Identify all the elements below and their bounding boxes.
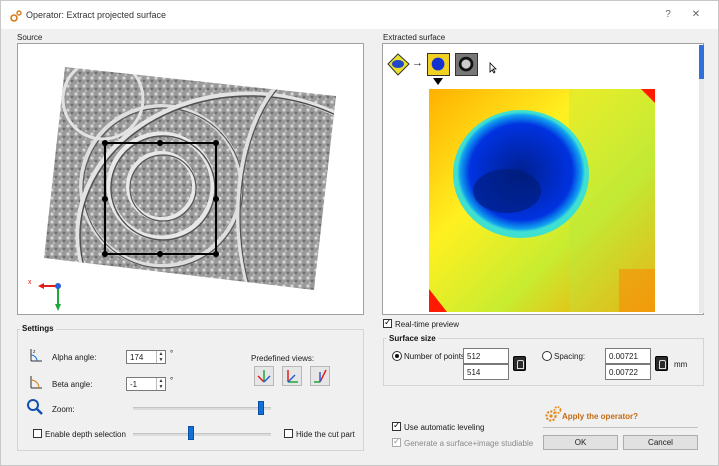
predefined-view-3-button[interactable] bbox=[310, 366, 330, 386]
spacing-unit: mm bbox=[674, 360, 688, 369]
close-button[interactable]: ✕ bbox=[689, 8, 703, 22]
view-axes-2-icon bbox=[287, 370, 298, 383]
hide-cut-part-label: Hide the cut part bbox=[296, 430, 355, 439]
beta-angle-label: Beta angle: bbox=[52, 380, 93, 389]
extracted-scrollbar[interactable] bbox=[699, 45, 704, 313]
zoom-slider-thumb[interactable] bbox=[258, 401, 265, 415]
hide-cut-part-checkbox[interactable] bbox=[284, 429, 293, 438]
generate-studiable-checkbox[interactable] bbox=[392, 436, 401, 447]
help-button[interactable]: ? bbox=[661, 8, 675, 22]
window-title: Operator: Extract projected surface bbox=[26, 10, 167, 20]
source-viewport[interactable]: x bbox=[17, 43, 364, 315]
number-of-points-label: Number of points: bbox=[404, 352, 468, 361]
beta-spin-arrows[interactable]: ▲ ▼ bbox=[156, 378, 165, 390]
points-x-input[interactable]: 512 bbox=[463, 348, 509, 364]
generate-studiable-label: Generate a surface+image studiable bbox=[404, 439, 534, 448]
beta-angle-icon bbox=[30, 376, 42, 389]
settings-title: Settings bbox=[20, 324, 56, 333]
points-lock-button[interactable] bbox=[513, 356, 526, 371]
beta-angle-input[interactable]: -1 ▲ ▼ bbox=[126, 377, 166, 391]
axis-triad-icon: x bbox=[28, 279, 61, 311]
alpha-angle-label: Alpha angle: bbox=[52, 353, 97, 362]
beta-degree-unit: ° bbox=[170, 376, 174, 385]
apply-operator-label: Apply the operator? bbox=[562, 412, 639, 421]
extracted-label: Extracted surface bbox=[383, 33, 446, 42]
scrollbar-thumb[interactable] bbox=[699, 45, 704, 79]
depth-selection-checkbox[interactable] bbox=[33, 429, 42, 438]
surface-size-title: Surface size bbox=[387, 334, 438, 343]
beta-angle-value: -1 bbox=[130, 380, 138, 389]
extracted-heatmap[interactable] bbox=[429, 89, 655, 312]
apply-separator bbox=[543, 427, 698, 428]
pipeline-arrow-icon: → bbox=[412, 57, 423, 69]
alpha-degree-unit: ° bbox=[170, 349, 174, 358]
spacing-radio[interactable] bbox=[542, 351, 552, 361]
operator-icon bbox=[10, 10, 22, 22]
predefined-view-2-button[interactable] bbox=[282, 366, 302, 386]
predefined-views-label: Predefined views: bbox=[251, 354, 315, 363]
mouse-cursor-icon bbox=[489, 62, 497, 74]
spacing-y-input[interactable]: 0.00722 bbox=[605, 364, 651, 380]
automatic-leveling-checkbox[interactable] bbox=[392, 420, 401, 431]
extracted-thumbnail[interactable] bbox=[427, 53, 450, 76]
spacing-lock-button[interactable] bbox=[655, 356, 668, 371]
ok-button[interactable]: OK bbox=[543, 435, 618, 450]
alpha-spin-arrows[interactable]: ▲ ▼ bbox=[156, 351, 165, 363]
extracted-viewport[interactable]: → bbox=[382, 43, 704, 315]
view-axes-3-icon bbox=[314, 369, 327, 383]
points-y-input[interactable]: 514 bbox=[463, 364, 509, 380]
depth-slider[interactable] bbox=[133, 433, 271, 436]
apply-gears-icon bbox=[545, 406, 562, 422]
title-bar: Operator: Extract projected surface ? ✕ bbox=[1, 1, 718, 29]
image-thumbnail[interactable] bbox=[455, 53, 478, 76]
alpha-angle-icon: z bbox=[30, 349, 42, 362]
number-of-points-radio[interactable] bbox=[392, 351, 402, 361]
zoom-label: Zoom: bbox=[52, 405, 75, 414]
predefined-view-1-button[interactable] bbox=[254, 366, 274, 386]
alpha-angle-value: 174 bbox=[130, 353, 144, 362]
spacing-label: Spacing: bbox=[554, 352, 586, 361]
dialog-window: Operator: Extract projected surface ? ✕ … bbox=[0, 0, 719, 466]
source-thumbnail[interactable] bbox=[387, 53, 410, 76]
view-axes-1-icon bbox=[257, 370, 271, 383]
spacing-x-input[interactable]: 0.00721 bbox=[605, 348, 651, 364]
zoom-slider[interactable] bbox=[133, 407, 271, 410]
zoom-icon bbox=[27, 399, 43, 415]
svg-text:x: x bbox=[28, 279, 32, 286]
depth-selection-label: Enable depth selection bbox=[45, 430, 126, 439]
cancel-button[interactable]: Cancel bbox=[623, 435, 698, 450]
alpha-angle-input[interactable]: 174 ▲ ▼ bbox=[126, 350, 166, 364]
depth-slider-thumb[interactable] bbox=[188, 426, 195, 440]
realtime-preview-label: Real-time preview bbox=[395, 320, 460, 329]
selected-indicator-icon bbox=[433, 78, 443, 85]
realtime-preview-checkbox[interactable] bbox=[383, 317, 392, 328]
source-surface-image[interactable]: x bbox=[18, 44, 363, 314]
automatic-leveling-label: Use automatic leveling bbox=[404, 423, 485, 432]
source-label: Source bbox=[17, 33, 43, 42]
svg-text:z: z bbox=[33, 349, 36, 355]
